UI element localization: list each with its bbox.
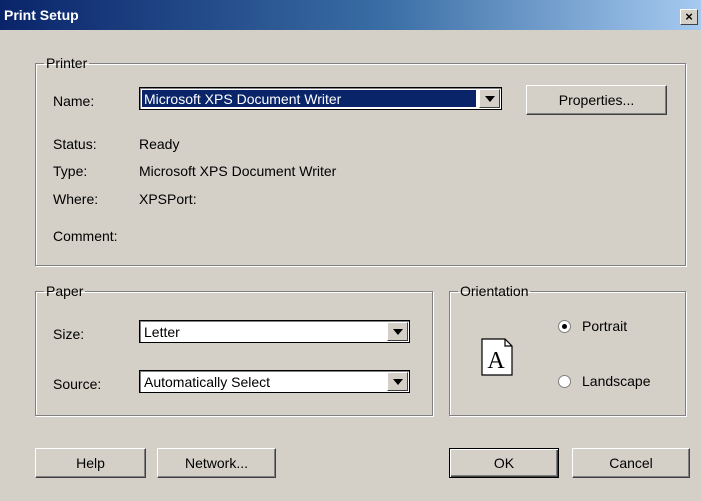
landscape-radio[interactable]: [558, 375, 571, 388]
paper-size-label: Size:: [53, 326, 85, 342]
page-icon-glyph: A: [487, 348, 505, 374]
ok-button[interactable]: OK: [449, 448, 559, 478]
paper-source-label: Source:: [53, 376, 102, 392]
network-button[interactable]: Network...: [157, 448, 276, 478]
printer-group-legend: Printer: [46, 55, 88, 71]
paper-source-select[interactable]: Automatically Select: [139, 370, 410, 393]
printer-type-label: Type:: [53, 163, 88, 179]
paper-size-dropdown-button[interactable]: [387, 322, 408, 341]
chevron-down-icon: [393, 379, 403, 385]
printer-status-value: Ready: [139, 136, 180, 152]
properties-button[interactable]: Properties...: [526, 85, 667, 115]
print-setup-dialog: Print Setup × Printer Name: Microsoft XP…: [0, 0, 701, 501]
portrait-radio[interactable]: [558, 320, 571, 333]
title-bar: Print Setup ×: [0, 0, 701, 30]
printer-status-label: Status:: [53, 136, 97, 152]
printer-name-label: Name:: [53, 93, 95, 109]
landscape-label[interactable]: Landscape: [582, 373, 651, 389]
printer-name-dropdown-button[interactable]: [479, 89, 500, 108]
dialog-title: Print Setup: [4, 7, 79, 23]
paper-group: Paper: [35, 283, 433, 416]
orientation-group-legend: Orientation: [460, 283, 529, 299]
chevron-down-icon: [485, 96, 495, 102]
printer-where-label: Where:: [53, 191, 99, 207]
printer-name-value: Microsoft XPS Document Writer: [144, 91, 342, 107]
paper-group-legend: Paper: [46, 283, 84, 299]
cancel-button[interactable]: Cancel: [572, 448, 690, 478]
printer-name-select[interactable]: Microsoft XPS Document Writer: [139, 87, 502, 110]
help-button[interactable]: Help: [35, 448, 146, 478]
paper-source-value: Automatically Select: [144, 374, 271, 390]
close-button[interactable]: ×: [680, 9, 698, 25]
chevron-down-icon: [393, 329, 403, 335]
printer-type-value: Microsoft XPS Document Writer: [139, 163, 337, 179]
paper-size-value: Letter: [144, 324, 180, 340]
printer-where-value: XPSPort:: [139, 191, 197, 207]
portrait-label[interactable]: Portrait: [582, 318, 627, 334]
printer-comment-label: Comment:: [53, 228, 118, 244]
portrait-page-icon: A: [481, 338, 513, 376]
paper-source-dropdown-button[interactable]: [387, 372, 408, 391]
paper-size-select[interactable]: Letter: [139, 320, 410, 343]
